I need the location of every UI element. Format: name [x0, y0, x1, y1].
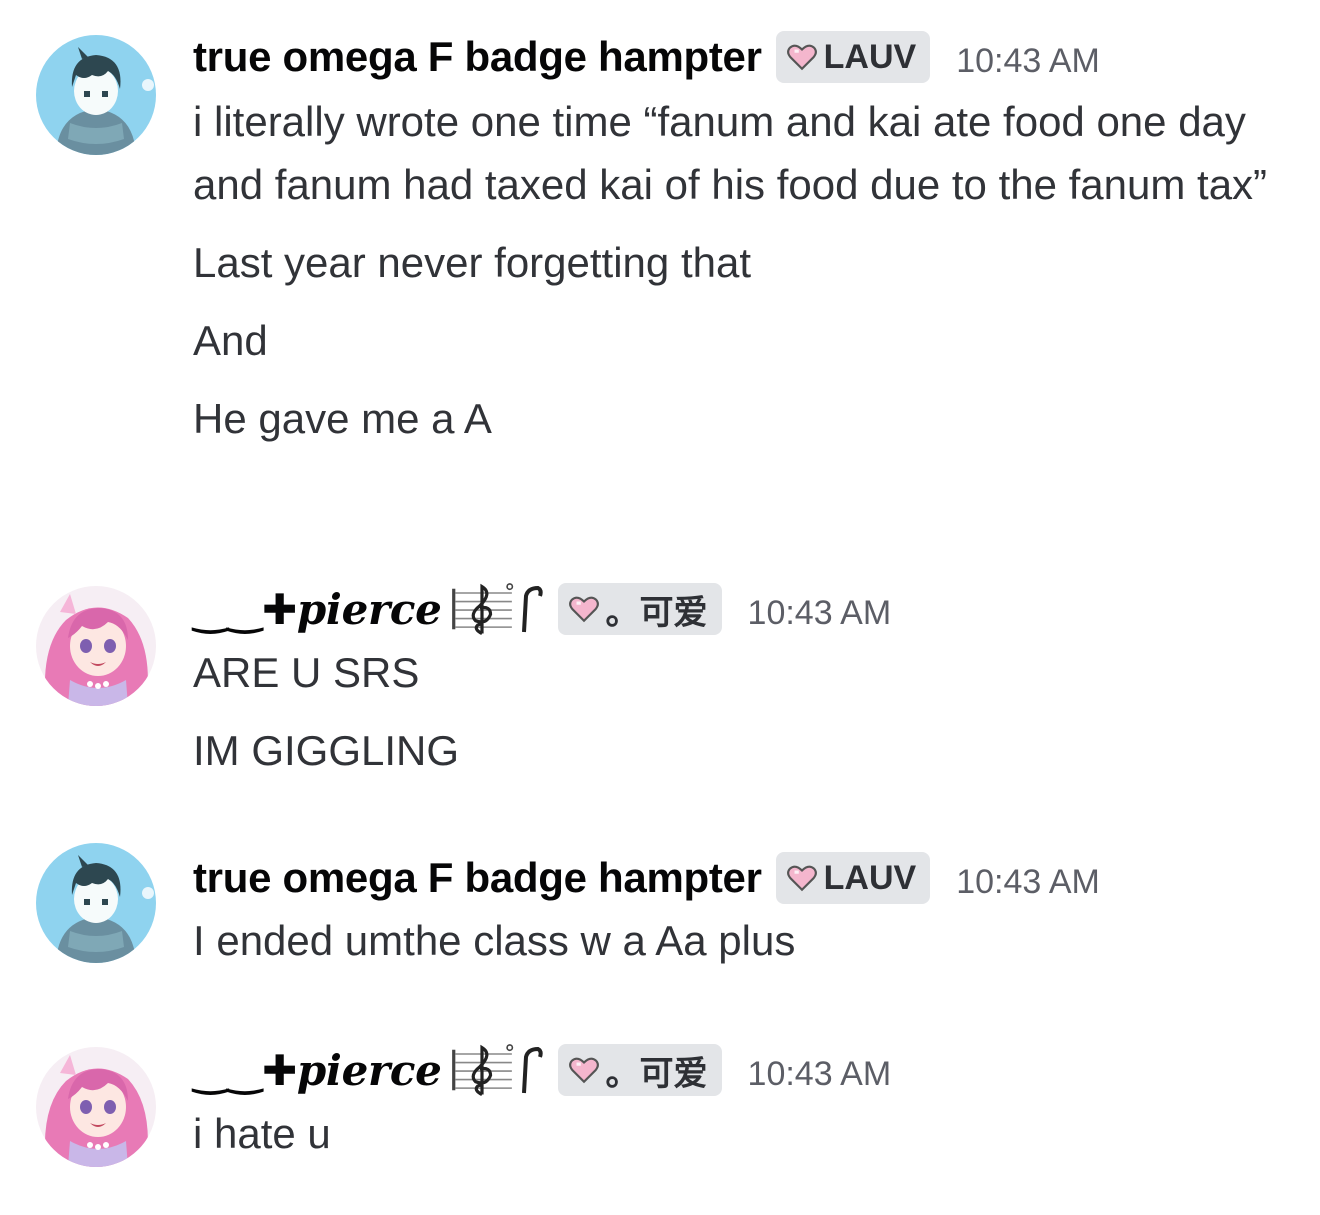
message-header: ‿‿✚pierce 。可爱 10:43 AM	[193, 581, 891, 637]
username-name: pierce	[296, 1045, 442, 1095]
role-tag-label: LAUV	[823, 37, 917, 76]
message-list: i hate u	[193, 1102, 1293, 1165]
timestamp: 10:43 AM	[747, 1054, 892, 1093]
message-list: I ended umthe class w a Aa plus	[193, 909, 1293, 972]
pink-heart-icon	[568, 1054, 600, 1086]
message-text: ARE U SRS	[193, 649, 420, 696]
username[interactable]: true omega F badge hampter	[193, 854, 762, 902]
timestamp: 10:43 AM	[747, 593, 892, 632]
role-tag-label: 。可爱	[605, 1054, 708, 1093]
username-decorations	[450, 1043, 544, 1097]
message-header: true omega F badge hampter LAUV 10:43 AM	[193, 29, 1100, 85]
avatar[interactable]	[36, 35, 156, 155]
timestamp: 10:43 AM	[956, 41, 1100, 80]
message-text: IM GIGGLING	[193, 727, 460, 774]
role-tag[interactable]: 。可爱	[557, 583, 722, 635]
message-header: ‿‿✚pierce 。可爱 10:43 AM	[193, 1042, 891, 1098]
timestamp: 10:43 AM	[956, 862, 1100, 901]
music-note-icon	[514, 582, 544, 636]
message-text: Last year never forgetting that	[193, 239, 751, 286]
username[interactable]: true omega F badge hampter	[193, 33, 762, 81]
username-prefix: ‿‿✚	[193, 585, 297, 633]
message-text: He gave me a A	[193, 395, 492, 442]
username-name: pierce	[296, 584, 442, 634]
username[interactable]: ‿‿✚pierce	[193, 1046, 442, 1095]
treble-clef-icon	[450, 1043, 514, 1097]
pink-hair-girl-avatar-icon	[36, 586, 156, 706]
role-tag[interactable]: 。可爱	[557, 1044, 722, 1096]
boy-avatar-icon	[36, 35, 156, 155]
username[interactable]: ‿‿✚pierce	[193, 585, 442, 634]
avatar[interactable]	[36, 843, 156, 963]
chat-log: true omega F badge hampter LAUV 10:43 AM…	[0, 0, 1320, 1215]
pink-hair-girl-avatar-icon	[36, 1047, 156, 1167]
pink-heart-icon	[568, 593, 600, 625]
role-tag[interactable]: LAUV	[775, 852, 931, 904]
treble-clef-icon	[450, 582, 514, 636]
avatar[interactable]	[36, 586, 156, 706]
username-decorations	[450, 582, 544, 636]
message-text: And	[193, 317, 268, 364]
avatar[interactable]	[36, 1047, 156, 1167]
message-list: i literally wrote one time “fanum and ka…	[193, 90, 1293, 450]
role-tag[interactable]: LAUV	[775, 31, 931, 83]
role-tag-label: 。可爱	[605, 593, 708, 632]
role-tag-label: LAUV	[823, 858, 917, 897]
message-list: ARE U SRS IM GIGGLING	[193, 641, 1293, 782]
message-header: true omega F badge hampter LAUV 10:43 AM	[193, 850, 1100, 906]
username-prefix: ‿‿✚	[193, 1046, 297, 1094]
music-note-icon	[514, 1043, 544, 1097]
message-text: i literally wrote one time “fanum and ka…	[193, 98, 1268, 208]
message-text: i hate u	[193, 1110, 331, 1157]
message-text: I ended umthe class w a Aa plus	[193, 917, 796, 964]
pink-heart-icon	[786, 862, 818, 894]
pink-heart-icon	[786, 41, 818, 73]
boy-avatar-icon	[36, 843, 156, 963]
